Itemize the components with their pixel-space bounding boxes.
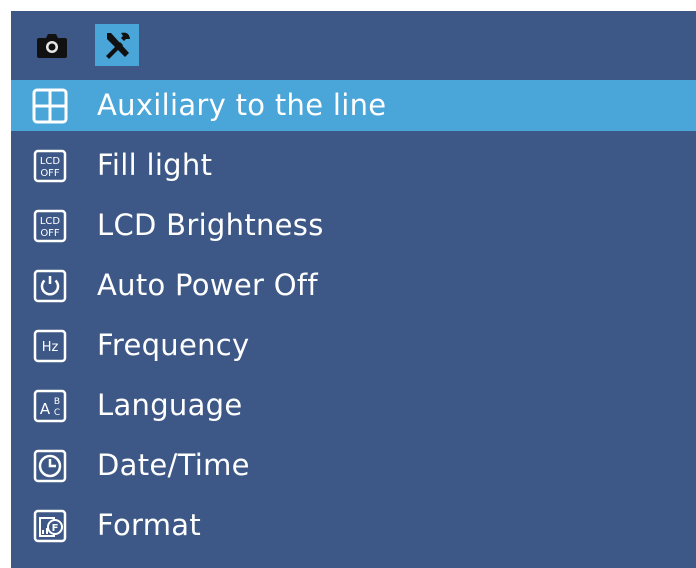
menu-item-date-time[interactable]: Date/Time — [11, 440, 696, 491]
menu-item-label: LCD Brightness — [97, 208, 324, 242]
menu-item-fill-light[interactable]: LCD OFF Fill light — [11, 140, 696, 191]
menu-item-auto-power-off[interactable]: Auto Power Off — [11, 260, 696, 311]
menu-item-label: Language — [97, 388, 243, 422]
language-icon-text-b: B — [54, 397, 60, 407]
tab-bar — [11, 11, 696, 79]
format-icon-text: F — [52, 523, 59, 534]
lcd-icon-text-top: LCD — [40, 156, 61, 167]
lcd-icon-text-bottom: OFF — [40, 168, 60, 179]
menu-item-frequency[interactable]: Hz Frequency — [11, 320, 696, 371]
tools-icon — [101, 29, 133, 61]
menu-item-label: Auxiliary to the line — [97, 88, 387, 122]
menu-item-format[interactable]: F Format — [11, 500, 696, 551]
menu-item-label: Fill light — [97, 148, 213, 182]
lcd-off-icon: LCD OFF — [30, 206, 70, 246]
menu-item-label: Auto Power Off — [97, 268, 318, 302]
menu-item-label: Date/Time — [97, 448, 250, 482]
menu-item-auxiliary-line[interactable]: Auxiliary to the line — [11, 80, 696, 131]
lcd-icon-text-top: LCD — [40, 216, 61, 227]
menu-item-label: Format — [97, 508, 201, 542]
format-icon: F — [30, 506, 70, 546]
language-icon-text-c: C — [54, 408, 60, 418]
language-icon-text-a: A — [40, 400, 51, 418]
camera-icon — [36, 31, 68, 59]
tab-settings[interactable] — [95, 24, 139, 66]
menu-item-language[interactable]: A B C Language — [11, 380, 696, 431]
menu-item-label: Frequency — [97, 328, 250, 362]
settings-menu: Auxiliary to the line LCD OFF Fill light… — [11, 80, 696, 560]
hz-icon: Hz — [30, 326, 70, 366]
lcd-off-icon: LCD OFF — [30, 146, 70, 186]
hz-icon-text: Hz — [42, 340, 59, 355]
grid-icon — [30, 86, 70, 126]
tab-camera[interactable] — [32, 24, 72, 66]
lcd-icon-text-bottom: OFF — [40, 228, 60, 239]
power-icon — [30, 266, 70, 306]
clock-icon — [30, 446, 70, 486]
menu-item-lcd-brightness[interactable]: LCD OFF LCD Brightness — [11, 200, 696, 251]
settings-screen: Auxiliary to the line LCD OFF Fill light… — [11, 11, 696, 568]
language-icon: A B C — [30, 386, 70, 426]
